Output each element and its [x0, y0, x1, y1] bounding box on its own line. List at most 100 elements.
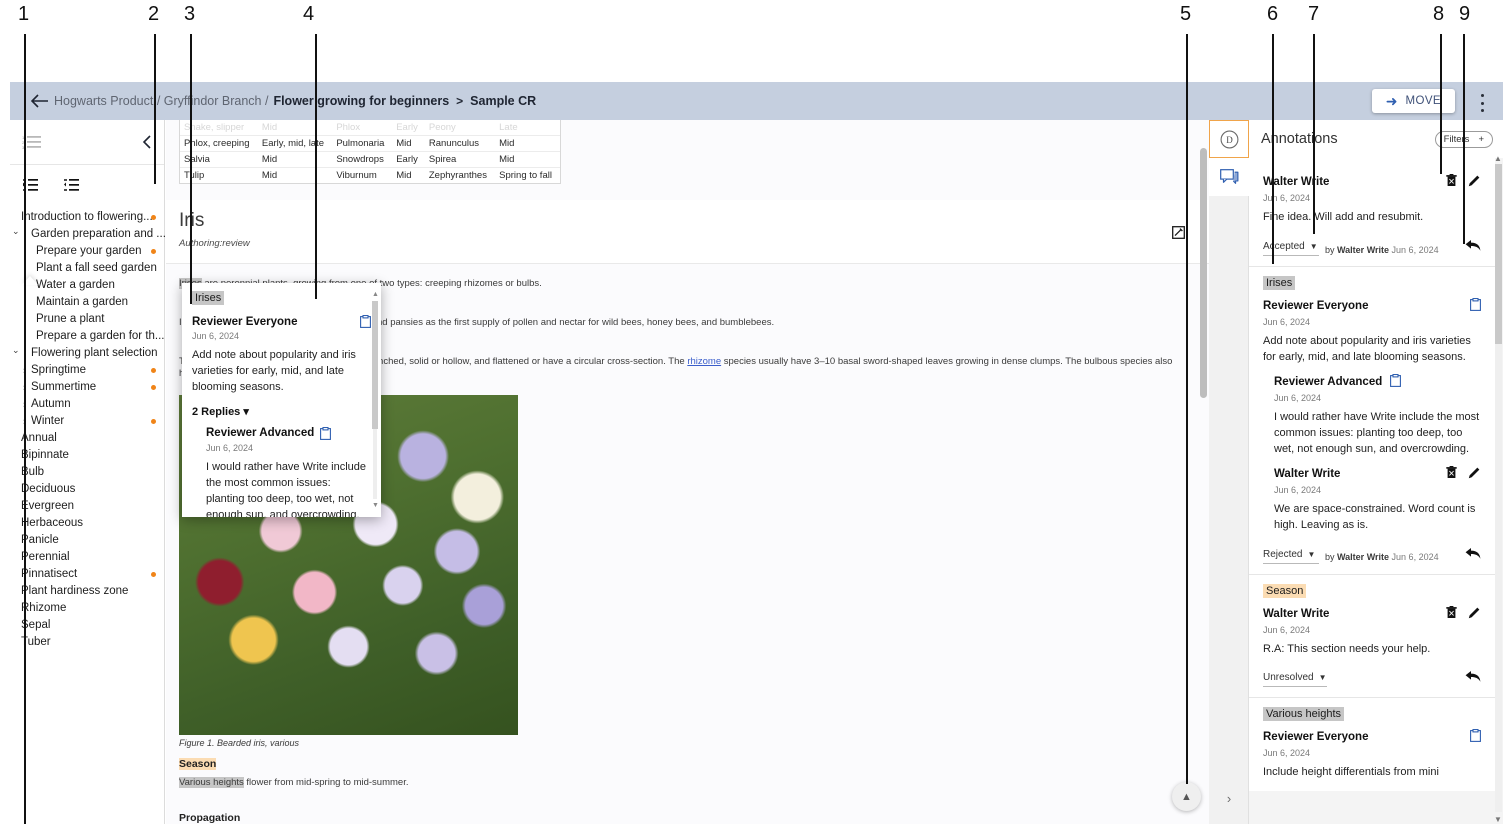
annotation-anchor-tag[interactable]: Irises: [1263, 275, 1296, 290]
popup-reply-date: Jun 6, 2024: [206, 442, 254, 453]
table-row: Phlox, creeping Early, mid, late Pulmonari…: [180, 135, 560, 152]
move-button[interactable]: ➜ MOVE: [1371, 89, 1455, 113]
delete-icon[interactable]: [1446, 465, 1457, 482]
reply-icon[interactable]: [1465, 547, 1481, 564]
sidebar-item[interactable]: ⌄ Flowering plant selection: [10, 345, 164, 362]
annotation-card[interactable]: Season Walter Write Jun 6, 2024 R.A: This s…: [1249, 573, 1495, 698]
annotations-scrollbar-thumb[interactable]: [1495, 164, 1502, 344]
annotation-card[interactable]: Irises Reviewer Everyone Jun 6, 2024 Add no…: [1249, 265, 1495, 574]
status-dropdown[interactable]: Unresolved ▼: [1263, 672, 1327, 688]
sidebar-item[interactable]: Sepal: [10, 617, 164, 634]
back-arrow-icon[interactable]: [24, 94, 54, 108]
breadcrumb-document[interactable]: Flower growing for beginners: [273, 94, 449, 108]
sidebar-item[interactable]: ›Summertime: [10, 379, 164, 396]
document-scrollbar-thumb[interactable]: [1200, 148, 1207, 398]
sidebar-item[interactable]: ›Autumn: [10, 396, 164, 413]
comment-date: Jun 6, 2024: [1274, 392, 1322, 403]
annotations-scrollbar[interactable]: ▲ ▼: [1494, 154, 1502, 824]
clipboard-icon[interactable]: [320, 426, 332, 440]
clipboard-icon[interactable]: [360, 315, 371, 328]
panel-icon-rail: D ›: [1209, 120, 1249, 824]
table-row: Salvia Mid Snowdrops Early Spirea Mid: [180, 151, 560, 168]
caret-down-icon[interactable]: ▼: [1494, 815, 1502, 824]
popup-scrollbar-thumb[interactable]: [372, 301, 378, 429]
sidebar-item[interactable]: Prepare a garden for th...: [10, 328, 165, 345]
edit-icon[interactable]: [1468, 606, 1481, 622]
sidebar-item[interactable]: Plant hardiness zone: [10, 583, 164, 600]
sidebar-item[interactable]: ⌄ Garden preparation and ...: [10, 223, 166, 243]
filters-label: Filters: [1443, 133, 1470, 145]
sidebar-item[interactable]: Prepare your garden: [10, 243, 164, 260]
paragraph-season-rest: flower from mid-spring to mid-summer.: [243, 777, 409, 789]
table-cell: Peony: [428, 122, 456, 133]
annotation-comment: Reviewer Advanced Jun 6, 2024 I would rath…: [1263, 373, 1481, 458]
popup-replies-toggle[interactable]: 2 Replies ▾: [192, 405, 371, 418]
annotation-anchor-tag[interactable]: Various heights: [1263, 707, 1345, 722]
caret-down-icon[interactable]: ▼: [372, 502, 379, 509]
status-dropdown[interactable]: Rejected ▼: [1263, 549, 1319, 564]
clipboard-icon[interactable]: [1390, 373, 1402, 390]
breadcrumb-ancestors[interactable]: Hogwarts Product / Gryffindor Branch /: [54, 94, 268, 108]
caret-up-icon[interactable]: ▲: [1494, 154, 1502, 163]
more-vertical-icon[interactable]: [1475, 94, 1489, 112]
sidebar-item[interactable]: Bulb: [10, 464, 164, 481]
sidebar-item[interactable]: Introduction to flowering...: [10, 209, 164, 226]
comment-author-name: Reviewer Advanced: [1274, 375, 1383, 388]
sidebar-item[interactable]: Tuber: [10, 634, 164, 651]
highlight-various-heights[interactable]: Various heights: [179, 777, 244, 789]
sidebar-item[interactable]: Herbaceous: [10, 515, 164, 532]
resolved-by: by Walter Write Jun 6, 2024: [1319, 245, 1465, 256]
reply-icon[interactable]: [1465, 670, 1481, 687]
sidebar-item[interactable]: Rhizome: [10, 600, 164, 617]
sidebar-item[interactable]: Evergreen: [10, 498, 164, 515]
caret-up-icon[interactable]: ▲: [372, 291, 379, 298]
sidebar-item[interactable]: ›Springtime: [10, 362, 164, 379]
edit-icon[interactable]: [1468, 466, 1481, 482]
sidebar-item-label: Evergreen: [21, 500, 75, 512]
sidebar-item[interactable]: Pinnatisect: [10, 566, 164, 583]
chevron-left-icon[interactable]: [142, 135, 152, 149]
sidebar-item-label: Flowering plant selection: [31, 347, 158, 359]
heading-propagation: Propagation: [179, 812, 241, 824]
table-cell: Early: [396, 122, 418, 133]
chevron-right-icon[interactable]: ›: [1209, 791, 1249, 806]
sidebar-item[interactable]: Panicle: [10, 532, 164, 549]
delete-icon[interactable]: [1446, 605, 1457, 622]
popup-author-row: Reviewer Everyone: [192, 315, 371, 328]
sidebar-item-label: Annual: [21, 432, 57, 444]
table-cell: Early: [392, 151, 425, 168]
comment-date: Jun 6, 2024: [1263, 193, 1311, 203]
rhizome-link[interactable]: rhizome: [687, 356, 721, 367]
chevron-down-icon[interactable]: ⌄: [12, 342, 20, 359]
rail-tab-comments[interactable]: [1209, 158, 1249, 196]
sidebar-item[interactable]: Bipinnate: [10, 447, 164, 464]
sidebar-item[interactable]: Perennial: [10, 549, 164, 566]
rail-tab-document[interactable]: D: [1209, 120, 1249, 158]
sidebar-item[interactable]: Prune a plant: [10, 311, 164, 328]
comment-text: I would rather have Write include the mo…: [1274, 410, 1480, 455]
sidebar-item[interactable]: ›Winter: [10, 413, 164, 430]
chevron-down-icon[interactable]: ⌄: [12, 223, 20, 240]
scroll-to-top-button[interactable]: ▲: [1172, 782, 1201, 811]
sidebar-item[interactable]: Annual: [10, 430, 164, 447]
heading-season[interactable]: Season: [179, 758, 217, 771]
chevron-down-icon: ▼: [1307, 549, 1316, 559]
reply-icon[interactable]: [1465, 239, 1481, 256]
clipboard-icon[interactable]: [1470, 297, 1481, 314]
annotation-anchor-tag[interactable]: Season: [1263, 583, 1307, 598]
edit-icon[interactable]: [1468, 174, 1481, 190]
sidebar-item[interactable]: Deciduous: [10, 481, 164, 498]
clipboard-icon[interactable]: [1470, 729, 1481, 745]
annotation-card[interactable]: Walter Write Jun 6, 2024 Fine idea. Will a…: [1249, 158, 1495, 266]
collapse-all-icon[interactable]: [63, 178, 80, 192]
table-cell: Ranunculus: [424, 135, 496, 152]
delete-icon[interactable]: [1446, 174, 1457, 190]
popup-scrollbar[interactable]: ▲ ▼: [372, 291, 379, 509]
status-dot: [151, 385, 156, 390]
sidebar-item[interactable]: Maintain a garden: [10, 294, 164, 311]
sidebar-item-label: Plant hardiness zone: [21, 585, 129, 597]
annotation-card[interactable]: Various heights Reviewer Everyone Jun 6, 2…: [1249, 697, 1495, 792]
sidebar-item[interactable]: Plant a fall seed garden: [10, 260, 164, 277]
edit-square-icon[interactable]: [1172, 226, 1185, 239]
document-status-label: Authoring:review: [179, 238, 250, 249]
